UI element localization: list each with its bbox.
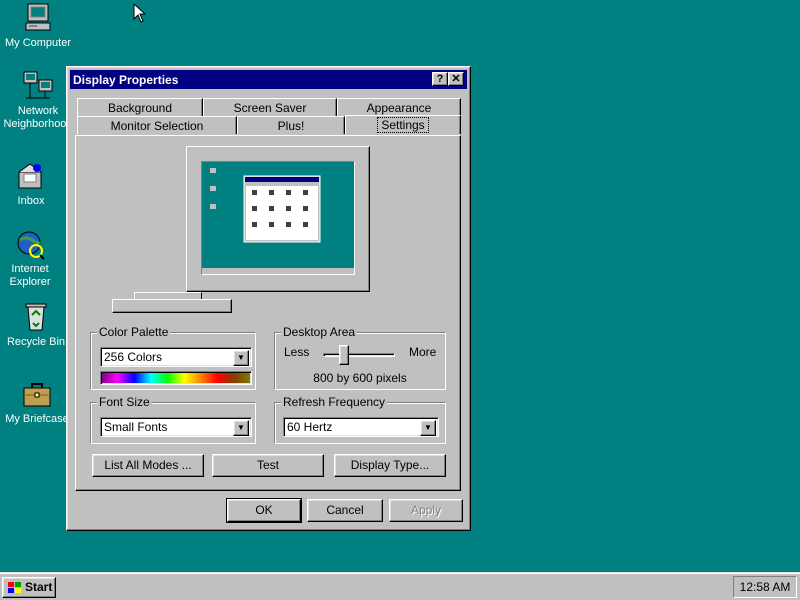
font-size-label: Font Size [97, 395, 152, 409]
button-label: Test [256, 458, 279, 472]
tab-label: Plus! [277, 119, 305, 133]
tab-background[interactable]: Background [77, 98, 203, 116]
color-spectrum-bar [100, 371, 252, 385]
color-palette-value: 256 Colors [104, 350, 163, 364]
desktop-icon-label: Inbox [17, 195, 45, 207]
desktop-area-slider-track [323, 353, 395, 357]
desktop-area-label: Desktop Area [281, 325, 358, 339]
help-icon: ? [436, 73, 444, 85]
desktop-area-slider-thumb[interactable] [338, 345, 349, 365]
close-icon: ✕ [451, 73, 461, 85]
tab-label: Settings [377, 117, 429, 133]
window-titlebar[interactable]: Display Properties [70, 70, 467, 89]
refresh-frequency-select[interactable]: 60 Hertz ▼ [283, 417, 439, 437]
desktop-icon-internet-explorer[interactable]: Internet Explorer [0, 228, 68, 289]
refresh-frequency-label: Refresh Frequency [281, 395, 388, 409]
button-label: Display Type... [350, 458, 430, 472]
resolution-label: 800 by 600 pixels [313, 371, 407, 385]
tab-settings[interactable]: Settings [345, 115, 461, 134]
desktop-icon-my-briefcase[interactable]: My Briefcase [0, 378, 75, 426]
help-button[interactable]: ? [432, 72, 448, 86]
tab-monitor-selection[interactable]: Monitor Selection [77, 116, 237, 134]
desktop-icon-inbox[interactable]: Inbox [0, 160, 69, 208]
desktop-icon-recycle-bin[interactable]: Recycle Bin [0, 301, 74, 349]
tab-label: Monitor Selection [110, 119, 204, 133]
tab-appearance[interactable]: Appearance [337, 98, 461, 116]
slider-less-label: Less [284, 345, 310, 359]
button-label: List All Modes ... [104, 458, 192, 472]
color-palette-group: Color Palette 256 Colors ▼ [90, 325, 256, 390]
preview-desktop-graphic [202, 168, 354, 274]
close-button[interactable]: ✕ [448, 72, 464, 86]
clock-label: 12:58 AM [739, 580, 791, 594]
system-tray-clock[interactable]: 12:58 AM [733, 576, 797, 598]
desktop-icon-label: My Briefcase [5, 413, 69, 425]
display-properties-window: Display Properties ? ✕ Background Screen… [66, 66, 471, 531]
color-palette-select[interactable]: 256 Colors ▼ [100, 347, 252, 367]
font-size-value: Small Fonts [104, 420, 168, 434]
monitor-preview [186, 146, 370, 292]
network-neighborhood-icon [23, 71, 53, 99]
tab-screen-saver[interactable]: Screen Saver [203, 98, 337, 116]
taskbar: Start 12:58 AM [0, 572, 800, 600]
button-label: OK [255, 503, 273, 517]
button-label: Cancel [326, 503, 364, 517]
tab-label: Screen Saver [233, 101, 307, 115]
chevron-down-icon[interactable]: ▼ [233, 420, 249, 436]
mouse-cursor-icon [133, 3, 146, 23]
windows-logo-icon [8, 582, 21, 593]
settings-tab-panel: Color Palette 256 Colors ▼ Desktop Area … [75, 135, 461, 491]
desktop-icon-label: My Computer [4, 37, 72, 49]
monitor-preview-screen [201, 161, 355, 275]
chevron-down-icon[interactable]: ▼ [233, 350, 249, 366]
desktop-icon-label: Recycle Bin [6, 336, 66, 348]
window-title: Display Properties [73, 73, 179, 87]
color-palette-label: Color Palette [97, 325, 171, 339]
internet-explorer-icon [17, 231, 45, 260]
tab-label: Background [107, 101, 173, 115]
slider-more-label: More [409, 345, 437, 359]
apply-button[interactable]: Apply [389, 499, 463, 522]
chevron-down-icon[interactable]: ▼ [420, 420, 436, 436]
refresh-frequency-value: 60 Hertz [287, 420, 333, 434]
desktop-area-group: Desktop Area Less More 800 by 600 pixels [274, 325, 446, 390]
desktop-icon-label: Internet [11, 263, 49, 275]
tab-plus[interactable]: Plus! [237, 116, 345, 134]
cancel-button[interactable]: Cancel [307, 499, 383, 522]
tab-label: Appearance [366, 101, 432, 115]
briefcase-icon [23, 383, 51, 407]
test-button[interactable]: Test [212, 454, 324, 477]
start-label: Start [25, 580, 53, 594]
button-label: Apply [410, 503, 442, 517]
display-type-button[interactable]: Display Type... [334, 454, 446, 477]
refresh-frequency-group: Refresh Frequency 60 Hertz ▼ [274, 395, 446, 444]
list-all-modes-button[interactable]: List All Modes ... [92, 454, 204, 477]
my-computer-icon [25, 3, 51, 31]
inbox-icon [18, 163, 42, 189]
ok-button[interactable]: OK [226, 498, 302, 523]
font-size-select[interactable]: Small Fonts ▼ [100, 417, 252, 437]
monitor-base [112, 299, 232, 313]
desktop-icon-my-computer[interactable]: My Computer [0, 2, 76, 50]
start-button[interactable]: Start [2, 577, 56, 598]
desktop-icon-label: Explorer [9, 276, 51, 288]
recycle-bin-icon [25, 303, 47, 331]
font-size-group: Font Size Small Fonts ▼ [90, 395, 256, 444]
